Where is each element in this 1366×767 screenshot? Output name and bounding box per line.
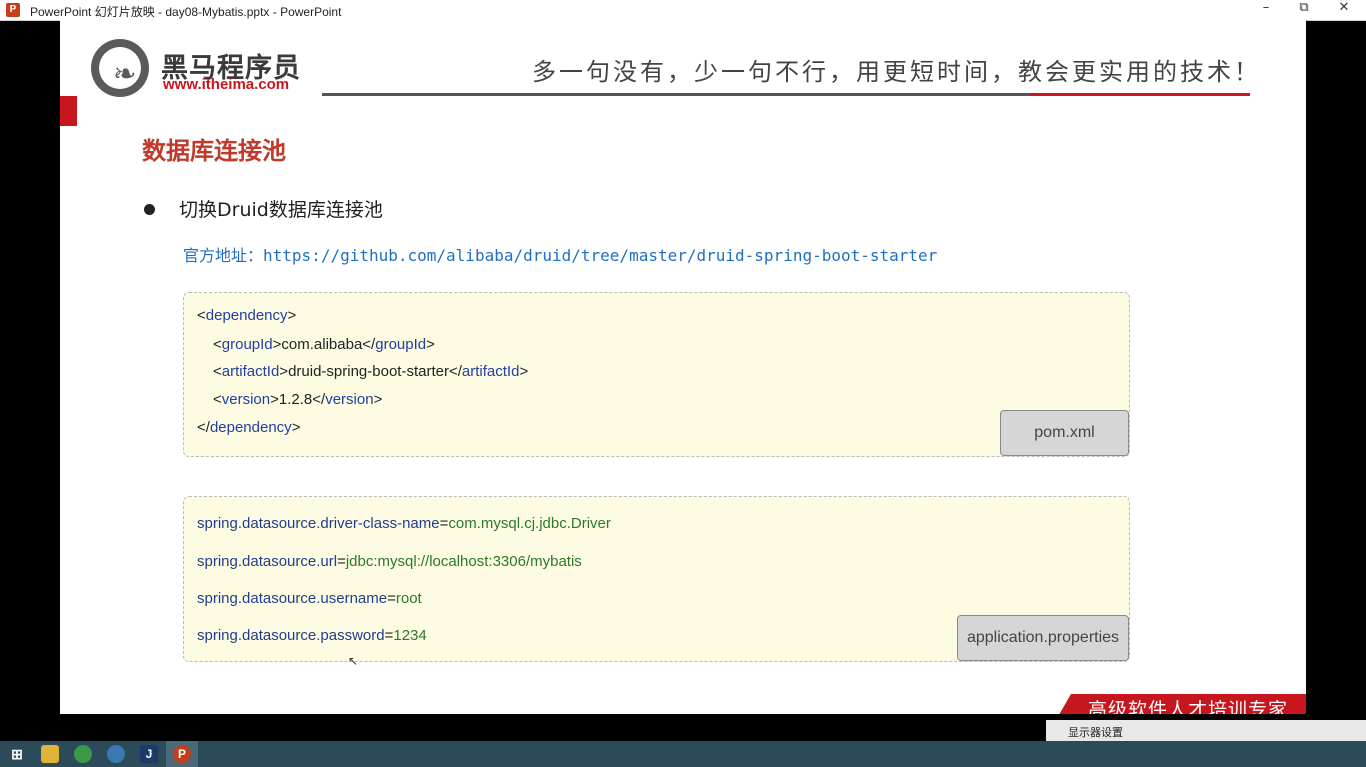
link-url[interactable]: https://github.com/alibaba/druid/tree/ma… (263, 246, 937, 265)
slogan: 多一句没有，少一句不行，用更短时间，教会更实用的技术！ (532, 58, 1261, 86)
header-divider (322, 93, 1030, 96)
bullet-text: 切换Druid数据库连接池 (179, 199, 383, 221)
file-label-pom: pom.xml (1000, 410, 1129, 456)
code-line: <version>1.2.8</version> (213, 391, 383, 408)
powerpoint-taskbar-icon[interactable]: P (173, 745, 191, 763)
code-line: <dependency> (197, 307, 297, 324)
left-accent-band (60, 96, 77, 126)
code-line: spring.datasource.driver-class-name=com.… (197, 515, 611, 532)
taskbar (0, 741, 1366, 767)
window-title: PowerPoint 幻灯片放映 - day08-Mybatis.pptx - … (30, 5, 342, 19)
code-line: spring.datasource.url=jdbc:mysql://local… (197, 553, 582, 570)
footer-slogan: 高级软件人才培训专家 (1088, 699, 1289, 714)
header-divider-accent (1030, 93, 1250, 96)
bullet-icon (144, 204, 155, 215)
code-line: <artifactId>druid-spring-boot-starter</a… (213, 363, 529, 380)
app-icon[interactable] (107, 745, 125, 763)
code-line: </dependency> (197, 419, 301, 436)
link-label: 官方地址： (183, 246, 264, 265)
official-link[interactable]: 官方地址：https://github.com/alibaba/druid/tr… (183, 242, 937, 266)
windows-start-icon[interactable]: ⊞ (8, 745, 26, 763)
itheima-logo-icon: ❧ (91, 39, 149, 97)
chrome-icon[interactable] (74, 745, 92, 763)
file-label-properties: application.properties (957, 615, 1129, 661)
display-settings-button[interactable]: 显示器设置 (1068, 724, 1123, 740)
title-bar: P PowerPoint 幻灯片放映 - day08-Mybatis.pptx … (0, 0, 1366, 21)
logo-url: www.itheima.com (163, 76, 290, 93)
powerpoint-icon: P (6, 3, 20, 17)
slide-heading: 数据库连接池 (142, 137, 286, 165)
pom-code-box: <dependency> <groupId>com.alibaba</group… (183, 292, 1130, 457)
file-explorer-icon[interactable] (41, 745, 59, 763)
code-line: spring.datasource.password=1234 (197, 627, 427, 644)
restore-icon[interactable]: ⧉ (1286, 0, 1322, 20)
minimize-icon[interactable]: – (1248, 0, 1284, 20)
mouse-cursor-icon: ↖ (348, 654, 359, 668)
properties-code-box: spring.datasource.driver-class-name=com.… (183, 496, 1130, 662)
code-line: <groupId>com.alibaba</groupId> (213, 336, 435, 353)
intellij-icon[interactable]: J (140, 745, 158, 763)
close-icon[interactable]: ✕ (1326, 0, 1362, 20)
horse-icon: ❧ (113, 57, 137, 90)
code-line: spring.datasource.username=root (197, 590, 422, 607)
slide: ❧ 黑马程序员 www.itheima.com 多一句没有，少一句不行，用更短时… (60, 20, 1306, 714)
